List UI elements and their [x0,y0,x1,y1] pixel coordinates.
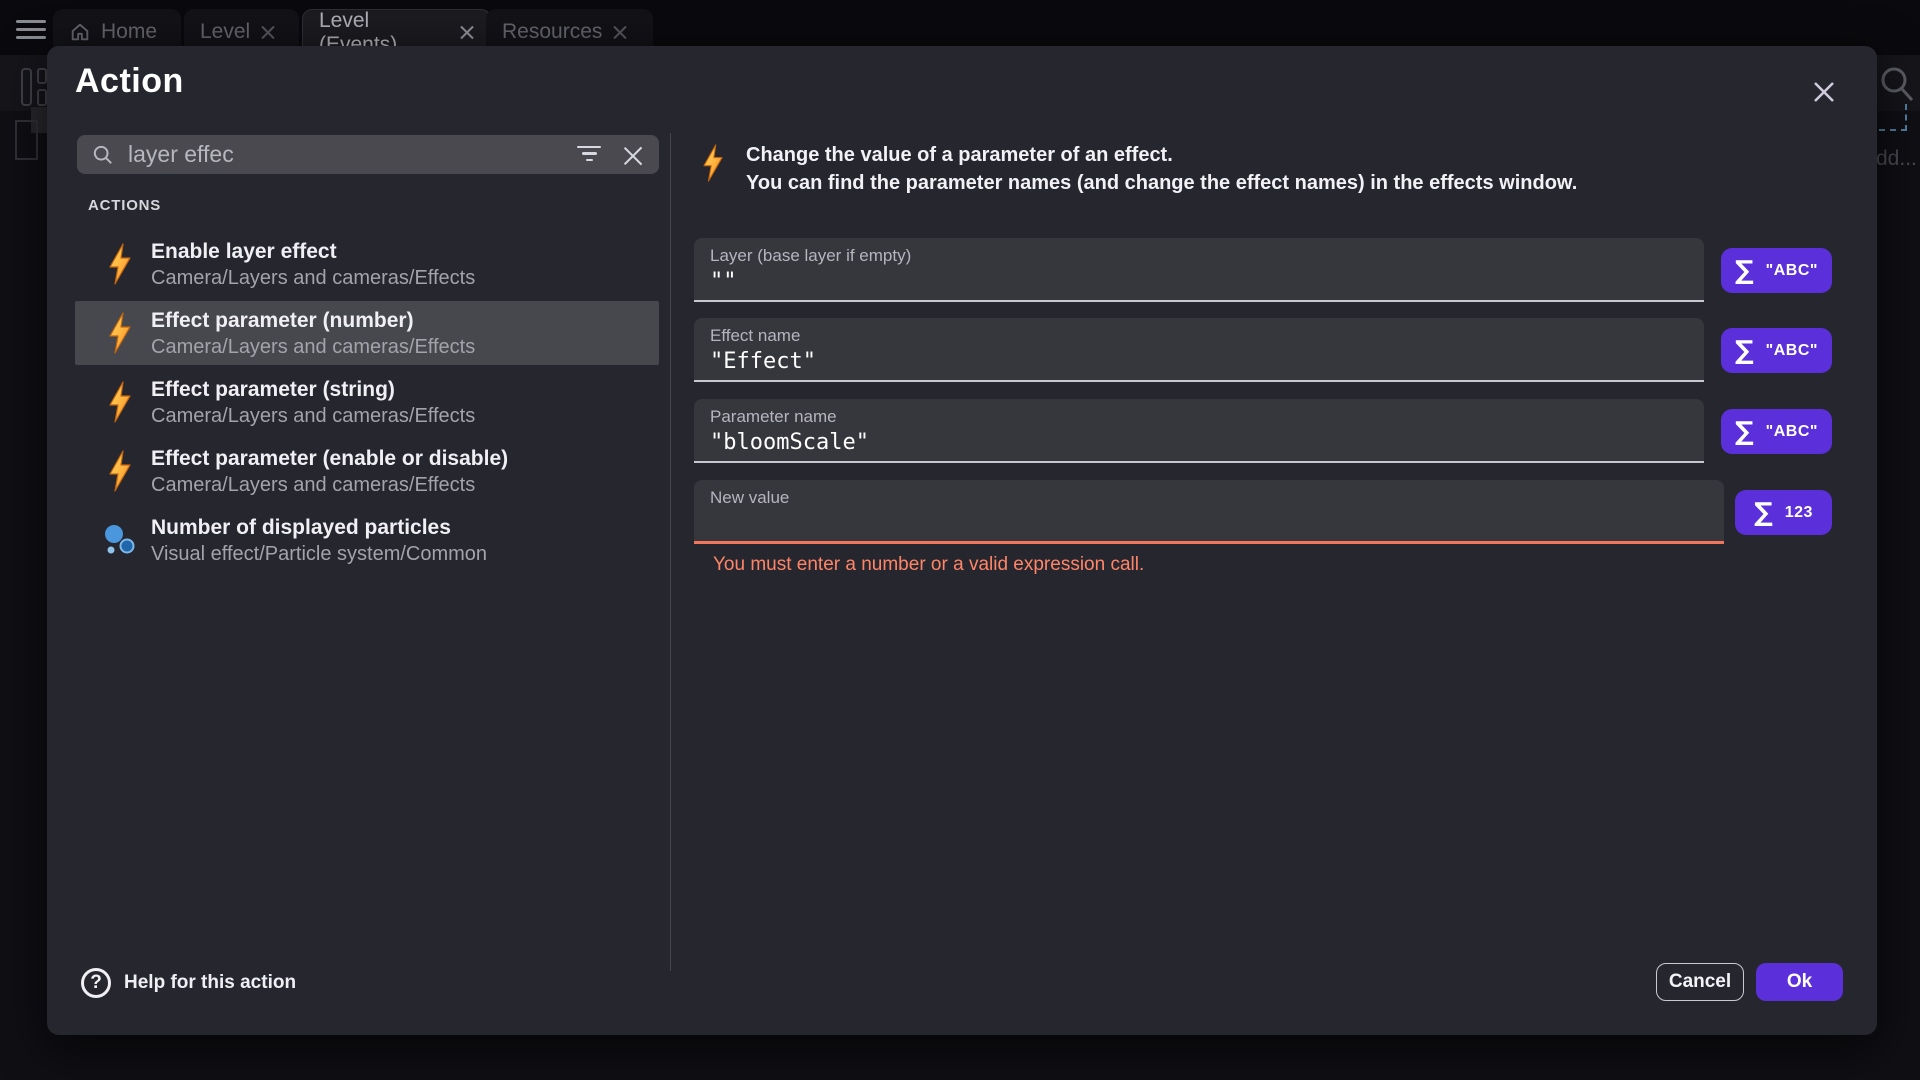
action-path: Visual effect/Particle system/Common [151,541,487,567]
expression-type-label: "ABC" [1766,423,1818,441]
lightning-icon [97,312,143,354]
filter-icon[interactable] [577,146,601,164]
action-description: Change the value of a parameter of an ef… [746,141,1577,197]
expression-type-label: "ABC" [1766,342,1818,360]
lightning-icon [97,381,143,423]
action-path: Camera/Layers and cameras/Effects [151,472,508,498]
expression-type-label: "ABC" [1766,262,1818,280]
action-title: Enable layer effect [151,238,475,265]
help-icon: ? [81,968,111,998]
action-path: Camera/Layers and cameras/Effects [151,265,475,291]
list-item-number-of-displayed-particles[interactable]: Number of displayed particles Visual eff… [75,508,659,572]
action-path: Camera/Layers and cameras/Effects [151,334,475,360]
close-dialog-icon[interactable] [1804,72,1844,112]
expression-type-label: 123 [1785,504,1813,522]
validation-error-text: You must enter a number or a valid expre… [713,554,1144,576]
action-title: Number of displayed particles [151,514,487,541]
expression-builder-button[interactable]: ∑ 123 [1735,490,1832,535]
list-item-effect-parameter-number[interactable]: Effect parameter (number) Camera/Layers … [75,301,659,365]
expression-builder-button[interactable]: ∑ "ABC" [1721,409,1832,454]
effect-name-field[interactable]: Effect name "Effect" [694,318,1704,382]
action-title: Effect parameter (enable or disable) [151,445,508,472]
sigma-icon: ∑ [1754,500,1773,526]
action-dialog: Action ACTIONS Enable layer effect Camer… [47,46,1877,1035]
actions-section-header: ACTIONS [88,197,161,214]
sigma-icon: ∑ [1735,338,1754,364]
search-icon [93,145,113,165]
new-value-field[interactable]: New value [694,480,1724,544]
expression-builder-button[interactable]: ∑ "ABC" [1721,328,1832,373]
cancel-button[interactable]: Cancel [1656,963,1744,1001]
field-value: "Effect" [710,349,1704,374]
panel-divider [670,133,671,971]
field-label: New value [710,488,1724,508]
ok-button[interactable]: Ok [1756,963,1843,1001]
list-item-effect-parameter-string[interactable]: Effect parameter (string) Camera/Layers … [75,370,659,434]
lightning-icon [97,243,143,285]
field-value: "bloomScale" [710,430,1704,455]
list-item-enable-layer-effect[interactable]: Enable layer effect Camera/Layers and ca… [75,232,659,296]
expression-builder-button[interactable]: ∑ "ABC" [1721,248,1832,293]
field-label: Effect name [710,326,1704,346]
description-line2: You can find the parameter names (and ch… [746,169,1577,197]
lightning-icon [97,450,143,492]
parameter-name-field[interactable]: Parameter name "bloomScale" [694,399,1704,463]
help-link[interactable]: ? Help for this action [81,963,296,1003]
action-search-box [77,135,659,174]
action-results-list: Enable layer effect Camera/Layers and ca… [75,232,659,577]
sigma-icon: ∑ [1735,419,1754,445]
dialog-title: Action [75,62,184,101]
sigma-icon: ∑ [1735,258,1754,284]
action-title: Effect parameter (number) [151,307,475,334]
action-title: Effect parameter (string) [151,376,475,403]
description-line1: Change the value of a parameter of an ef… [746,141,1577,169]
action-path: Camera/Layers and cameras/Effects [151,403,475,429]
help-label: Help for this action [124,972,296,994]
field-label: Layer (base layer if empty) [710,246,1704,266]
layer-field[interactable]: Layer (base layer if empty) "" [694,238,1704,302]
particles-icon [97,522,143,558]
search-input[interactable] [128,141,577,168]
lightning-icon [702,144,724,187]
field-value: "" [710,269,1704,294]
list-item-effect-parameter-enable[interactable]: Effect parameter (enable or disable) Cam… [75,439,659,503]
field-label: Parameter name [710,407,1704,427]
clear-search-icon[interactable] [623,145,643,165]
